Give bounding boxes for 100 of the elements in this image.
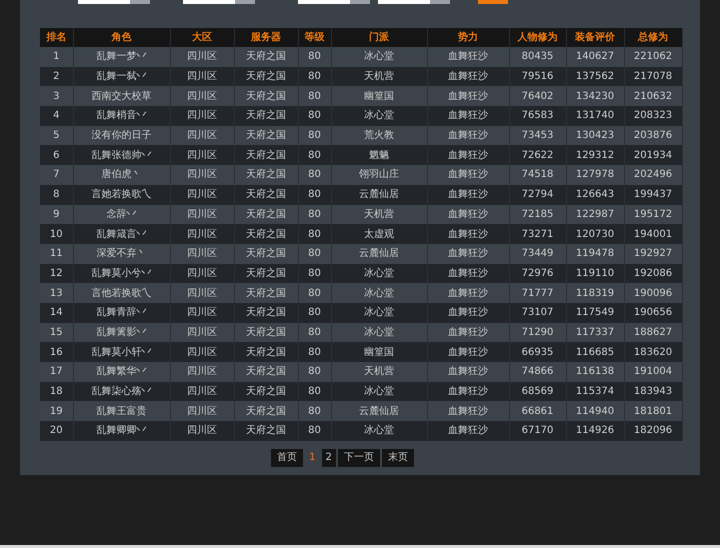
table-cell: 126643 <box>566 184 624 204</box>
table-cell: 天府之国 <box>234 66 298 86</box>
table-cell: 122987 <box>566 204 624 224</box>
table-cell: 4 <box>40 106 73 126</box>
table-cell: 血舞狂沙 <box>427 126 509 146</box>
dropdown-field[interactable] <box>78 0 150 4</box>
table-cell: 73271 <box>509 224 566 244</box>
table-cell: 181801 <box>624 401 682 422</box>
table-cell: 冰心堂 <box>331 47 427 67</box>
table-cell: 魍魉 <box>331 145 427 166</box>
table-cell: 116685 <box>566 342 624 362</box>
column-header: 总修为 <box>624 28 682 47</box>
table-cell: 四川区 <box>170 302 234 323</box>
table-cell: 太虚观 <box>331 224 427 244</box>
table-cell: 血舞狂沙 <box>427 283 509 303</box>
table-cell: 四川区 <box>170 66 234 86</box>
table-cell: 四川区 <box>170 362 234 382</box>
table-cell: 72976 <box>509 264 566 284</box>
table-cell: 乱舞箴言丷 <box>73 224 170 244</box>
table-cell: 四川区 <box>170 184 234 204</box>
table-cell: 天府之国 <box>234 283 298 303</box>
table-cell: 80 <box>298 302 331 323</box>
column-header: 装备评价 <box>566 28 624 47</box>
table-cell: 西南交大校草 <box>73 86 170 106</box>
table-cell: 80 <box>298 106 331 126</box>
table-cell: 80 <box>298 283 331 303</box>
table-cell: 翎羽山庄 <box>331 165 427 185</box>
table-cell: 20 <box>40 421 73 441</box>
table-cell: 血舞狂沙 <box>427 421 509 441</box>
table-cell: 118319 <box>566 283 624 303</box>
table-cell: 乱舞王富贵 <box>73 401 170 422</box>
table-cell: 192927 <box>624 244 682 264</box>
table-cell: 210632 <box>624 86 682 106</box>
table-cell: 血舞狂沙 <box>427 66 509 86</box>
table-cell: 乱舞卿卿丷 <box>73 421 170 441</box>
page-link[interactable]: 2 <box>322 448 336 467</box>
table-cell: 80 <box>298 421 331 441</box>
table-cell: 天府之国 <box>234 86 298 106</box>
table-cell: 冰心堂 <box>331 302 427 323</box>
table-cell: 188627 <box>624 322 682 342</box>
pager-link[interactable]: 末页 <box>382 448 414 467</box>
table-cell: 血舞狂沙 <box>427 47 509 67</box>
pager-link[interactable]: 首页 <box>271 448 304 467</box>
table-cell: 血舞狂沙 <box>427 224 509 244</box>
table-cell: 72794 <box>509 184 566 204</box>
table-cell: 天府之国 <box>234 322 298 342</box>
table-cell: 天府之国 <box>234 382 298 402</box>
table-cell: 天府之国 <box>234 362 298 382</box>
table-cell: 80 <box>298 264 331 284</box>
dropdown-field[interactable] <box>378 0 450 4</box>
pager-link[interactable]: 下一页 <box>338 448 380 467</box>
table-cell: 202496 <box>624 165 682 185</box>
table-cell: 天府之国 <box>234 165 298 185</box>
table-cell: 80 <box>298 244 331 264</box>
table-cell: 80 <box>298 362 331 382</box>
table-cell: 天机营 <box>331 362 427 382</box>
table-cell: 乱舞柒心殇丷 <box>73 382 170 402</box>
table-cell: 134230 <box>566 86 624 106</box>
table-cell: 乱舞张德帅丷 <box>73 145 170 166</box>
table-cell: 天府之国 <box>234 342 298 362</box>
table-cell: 天府之国 <box>234 145 298 166</box>
table-cell: 195172 <box>624 204 682 224</box>
table-cell: 201934 <box>624 145 682 166</box>
table-cell: 71777 <box>509 283 566 303</box>
table-cell: 80435 <box>509 47 566 67</box>
table-cell: 幽篁国 <box>331 86 427 106</box>
table-cell: 73449 <box>509 244 566 264</box>
table-cell: 血舞狂沙 <box>427 145 509 166</box>
table-cell: 116138 <box>566 362 624 382</box>
table-cell: 14 <box>40 302 73 323</box>
table-cell: 2 <box>40 66 73 86</box>
table-cell: 12 <box>40 264 73 284</box>
table-cell: 114940 <box>566 401 624 422</box>
table-cell: 217078 <box>624 66 682 86</box>
table-cell: 80 <box>298 322 331 342</box>
table-cell: 血舞狂沙 <box>427 184 509 204</box>
table-cell: 血舞狂沙 <box>427 382 509 402</box>
table-cell: 血舞狂沙 <box>427 322 509 342</box>
dropdown-field[interactable] <box>183 0 255 4</box>
table-cell: 云麓仙居 <box>331 401 427 422</box>
table-cell: 四川区 <box>170 382 234 402</box>
table-cell: 17 <box>40 362 73 382</box>
table-cell: 117337 <box>566 322 624 342</box>
table-cell: 72622 <box>509 145 566 166</box>
table-cell: 15 <box>40 322 73 342</box>
table-cell: 194001 <box>624 224 682 244</box>
table-cell: 16 <box>40 342 73 362</box>
table-cell: 四川区 <box>170 342 234 362</box>
table-cell: 76402 <box>509 86 566 106</box>
column-header: 人物修为 <box>509 28 566 47</box>
table-cell: 言他若换歌乀 <box>73 283 170 303</box>
table-cell: 19 <box>40 401 73 422</box>
column-header: 大区 <box>170 28 234 47</box>
table-cell: 208323 <box>624 106 682 126</box>
dropdown-field[interactable] <box>298 0 370 4</box>
table-cell: 四川区 <box>170 145 234 166</box>
table-cell: 67170 <box>509 421 566 441</box>
table-cell: 80 <box>298 382 331 402</box>
column-header: 角色 <box>73 28 170 47</box>
table-cell: 203876 <box>624 126 682 146</box>
